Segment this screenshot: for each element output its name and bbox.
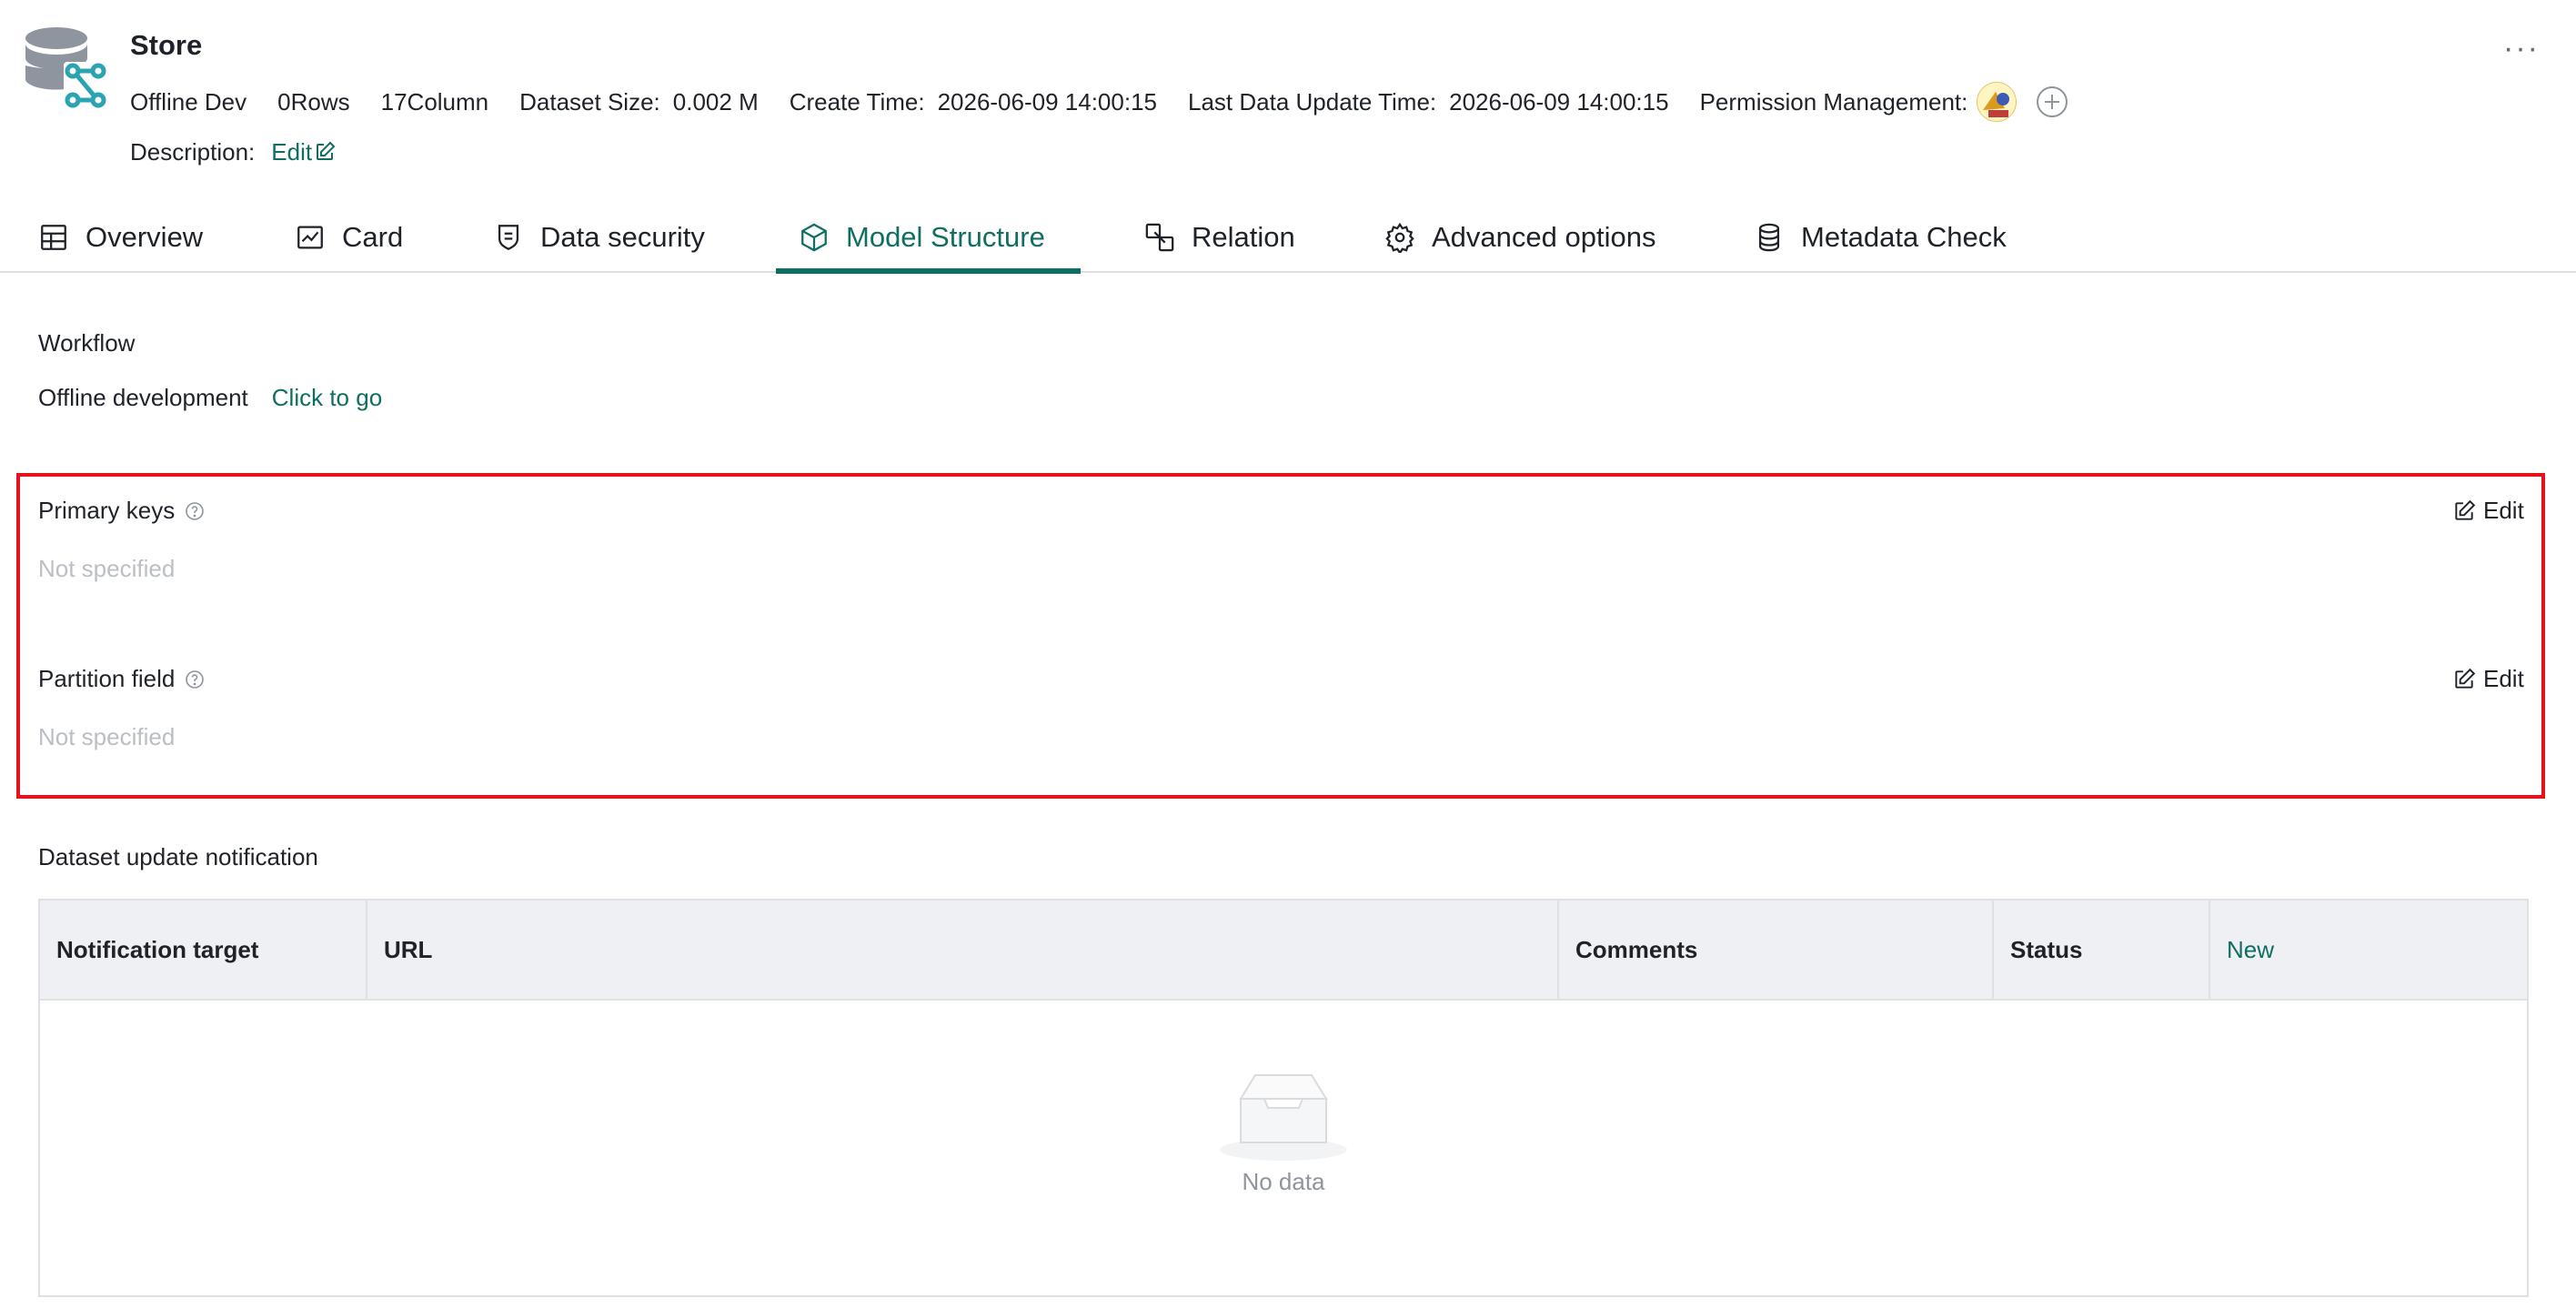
partition-field-edit-button[interactable]: Edit: [2452, 665, 2524, 693]
dataset-size: Dataset Size: 0.002 M: [519, 88, 759, 116]
primary-keys-label: Primary keys: [38, 497, 206, 525]
database-icon: [1758, 223, 1780, 252]
last-update-label: Last Data Update Time:: [1188, 87, 1437, 116]
tab-relation-label: Relation: [1192, 221, 1295, 253]
partition-field-edit-label: Edit: [2483, 665, 2524, 692]
partition-field-label: Partition field: [38, 665, 206, 693]
primary-keys-value: Not specified: [38, 555, 176, 582]
workflow-label: Offline development: [38, 384, 248, 411]
table-header: Notification target URL Comments Status …: [40, 901, 2527, 1001]
tab-data-security[interactable]: Data security: [493, 202, 705, 273]
edit-icon: [2455, 499, 2476, 520]
column-header-comments: Comments: [1559, 901, 1994, 999]
workflow-go-link[interactable]: Click to go: [272, 384, 382, 412]
active-tab-indicator: [776, 268, 1081, 274]
primary-keys-edit-label: Edit: [2483, 497, 2524, 524]
shield-icon: [498, 225, 519, 251]
permission-management: Permission Management:: [1700, 82, 2068, 122]
partition-field-label-text: Partition field: [38, 665, 176, 692]
owner-avatar[interactable]: [1977, 82, 2018, 122]
column-header-status: Status: [1994, 901, 2210, 999]
description-label: Description:: [130, 137, 256, 166]
dataset-size-value: 0.002 M: [672, 87, 759, 116]
edit-icon: [317, 141, 336, 160]
cube-icon: [801, 223, 827, 252]
dataset-meta: Offline Dev 0Rows 17Column Dataset Size:…: [130, 82, 2068, 122]
tab-overview[interactable]: Overview: [38, 202, 203, 273]
tab-metadata-check[interactable]: Metadata Check: [1754, 202, 2007, 273]
tab-relation[interactable]: Relation: [1144, 202, 1295, 273]
tab-model-structure[interactable]: Model Structure: [799, 202, 1045, 273]
table-icon: [41, 225, 66, 250]
last-update-value: 2026-06-09 14:00:15: [1449, 87, 1669, 116]
help-icon[interactable]: [184, 500, 206, 522]
notification-table: Notification target URL Comments Status …: [38, 899, 2529, 1297]
gear-icon: [1385, 222, 1414, 253]
workflow-title: Workflow: [38, 329, 136, 357]
dataset-icon: [25, 27, 107, 109]
more-options-icon[interactable]: ···: [2503, 33, 2540, 64]
empty-state: No data: [40, 1001, 2527, 1297]
add-permission-icon[interactable]: [2037, 86, 2068, 117]
primary-keys-label-text: Primary keys: [38, 497, 176, 524]
last-update-time: Last Data Update Time: 2026-06-09 14:00:…: [1188, 88, 1669, 116]
avatar-image-icon: [1977, 83, 2017, 121]
description-edit-text: Edit: [271, 137, 313, 166]
description-row: Description: Edit: [130, 135, 336, 169]
edit-icon: [2455, 668, 2476, 689]
new-notification-button[interactable]: New: [2210, 901, 2527, 999]
tab-bar: Overview Card Data security Model Struct…: [0, 202, 2576, 274]
tab-advanced-options-label: Advanced options: [1432, 221, 1656, 253]
partition-field-value: Not specified: [38, 723, 176, 750]
tab-advanced-options[interactable]: Advanced options: [1384, 202, 1655, 273]
chart-icon: [297, 226, 323, 249]
tab-data-security-label: Data security: [540, 221, 705, 253]
description-edit-link[interactable]: Edit: [271, 138, 336, 166]
dataset-title: Store: [130, 29, 203, 61]
create-time-value: 2026-06-09 14:00:15: [937, 87, 1157, 116]
highlight-box: [16, 473, 2545, 799]
primary-keys-edit-button[interactable]: Edit: [2452, 497, 2524, 525]
source-type: Offline Dev: [130, 87, 247, 116]
tab-card-label: Card: [342, 221, 404, 253]
column-header-url: URL: [367, 901, 1559, 999]
permission-label: Permission Management:: [1699, 87, 1968, 116]
tab-overview-label: Overview: [86, 221, 204, 253]
column-header-notification-target: Notification target: [40, 901, 367, 999]
column-count: 17Column: [380, 87, 489, 116]
help-icon[interactable]: [184, 669, 206, 690]
dataset-size-label: Dataset Size:: [519, 87, 660, 116]
empty-state-text: No data: [1242, 1168, 1325, 1195]
empty-inbox-icon: [1220, 1074, 1347, 1161]
notification-title: Dataset update notification: [38, 843, 318, 870]
row-count: 0Rows: [277, 87, 350, 116]
tab-model-structure-label: Model Structure: [846, 221, 1045, 253]
create-time-label: Create Time:: [789, 87, 925, 116]
tab-card[interactable]: Card: [295, 202, 403, 273]
tab-metadata-check-label: Metadata Check: [1801, 221, 2007, 253]
create-time: Create Time: 2026-06-09 14:00:15: [790, 88, 1157, 116]
relation-icon: [1145, 223, 1174, 252]
workflow-row: Offline development Click to go: [38, 384, 382, 412]
